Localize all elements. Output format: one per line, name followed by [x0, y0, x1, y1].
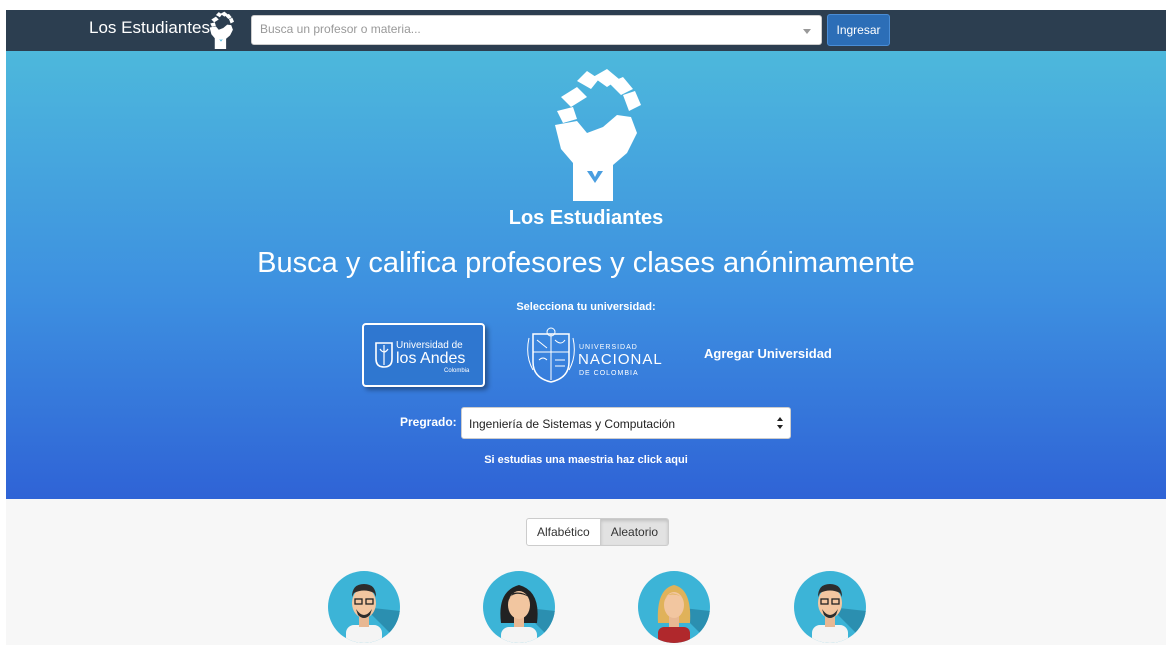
fist-logo-icon[interactable]	[206, 11, 236, 49]
professors-section: Alfabético Aleatorio	[6, 499, 1166, 645]
program-select[interactable]: Ingeniería de Sistemas y Computación	[461, 407, 791, 439]
sort-toggle: Alfabético Aleatorio	[526, 518, 670, 546]
select-university-label: Selecciona tu universidad:	[516, 301, 656, 313]
female-dark-hair-avatar-icon	[500, 585, 555, 643]
fist-logo-icon	[547, 67, 643, 201]
female-blonde-avatar-icon	[657, 585, 710, 643]
sort-random-button[interactable]: Aleatorio	[600, 518, 670, 546]
professor-avatar[interactable]	[328, 571, 400, 643]
university-andes-button[interactable]: Universidad de los Andes Colombia	[362, 323, 485, 387]
professor-avatar[interactable]	[794, 571, 866, 643]
andes-shield-icon	[375, 342, 393, 368]
program-label: Pregrado:	[400, 415, 457, 429]
hero-brand: Los Estudiantes	[508, 207, 664, 229]
nacional-seal-icon	[527, 327, 575, 383]
sort-alphabetic-button[interactable]: Alfabético	[526, 518, 601, 546]
andes-name-line3: Colombia	[444, 368, 470, 374]
nacional-name-line1: UNIVERSIDAD	[579, 344, 638, 351]
page: Los Estudiantes Ingresar Los Estudiantes…	[0, 0, 1172, 645]
navbar-bar: Los Estudiantes Ingresar	[6, 10, 1166, 51]
andes-name-line2: los Andes	[396, 350, 466, 367]
masters-link[interactable]: Si estudias una maestria haz click aqui	[6, 454, 1166, 466]
male-glasses-avatar-icon	[812, 584, 866, 643]
program-select-value: Ingeniería de Sistemas y Computación	[469, 417, 676, 431]
hero-section: Los Estudiantes Busca y califica profeso…	[6, 51, 1166, 499]
professor-avatar[interactable]	[638, 571, 710, 643]
search-box[interactable]	[251, 15, 822, 45]
page-title: Busca y califica profesores y clases anó…	[257, 247, 915, 279]
professor-avatar[interactable]	[483, 571, 555, 643]
brand-link[interactable]: Los Estudiantes	[89, 18, 210, 38]
login-button[interactable]: Ingresar	[827, 14, 890, 46]
add-university-link[interactable]: Agregar Universidad	[704, 346, 832, 361]
nacional-name-line3: DE COLOMBIA	[579, 370, 639, 377]
top-navbar: Los Estudiantes Ingresar	[0, 0, 1172, 51]
university-nacional-button[interactable]: UNIVERSIDAD NACIONAL DE COLOMBIA	[525, 326, 665, 386]
chevron-down-icon[interactable]	[803, 29, 811, 34]
male-glasses-avatar-icon	[346, 584, 400, 643]
select-arrows-icon	[777, 417, 783, 429]
nacional-name-line2: NACIONAL	[578, 351, 663, 368]
search-input[interactable]	[260, 22, 790, 36]
